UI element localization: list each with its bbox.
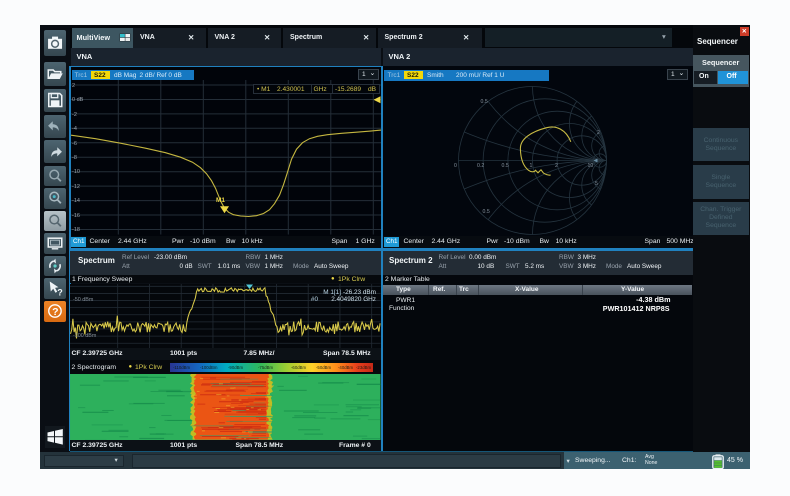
svg-text:?: ? [52, 306, 58, 318]
svg-text:?: ? [57, 288, 63, 298]
